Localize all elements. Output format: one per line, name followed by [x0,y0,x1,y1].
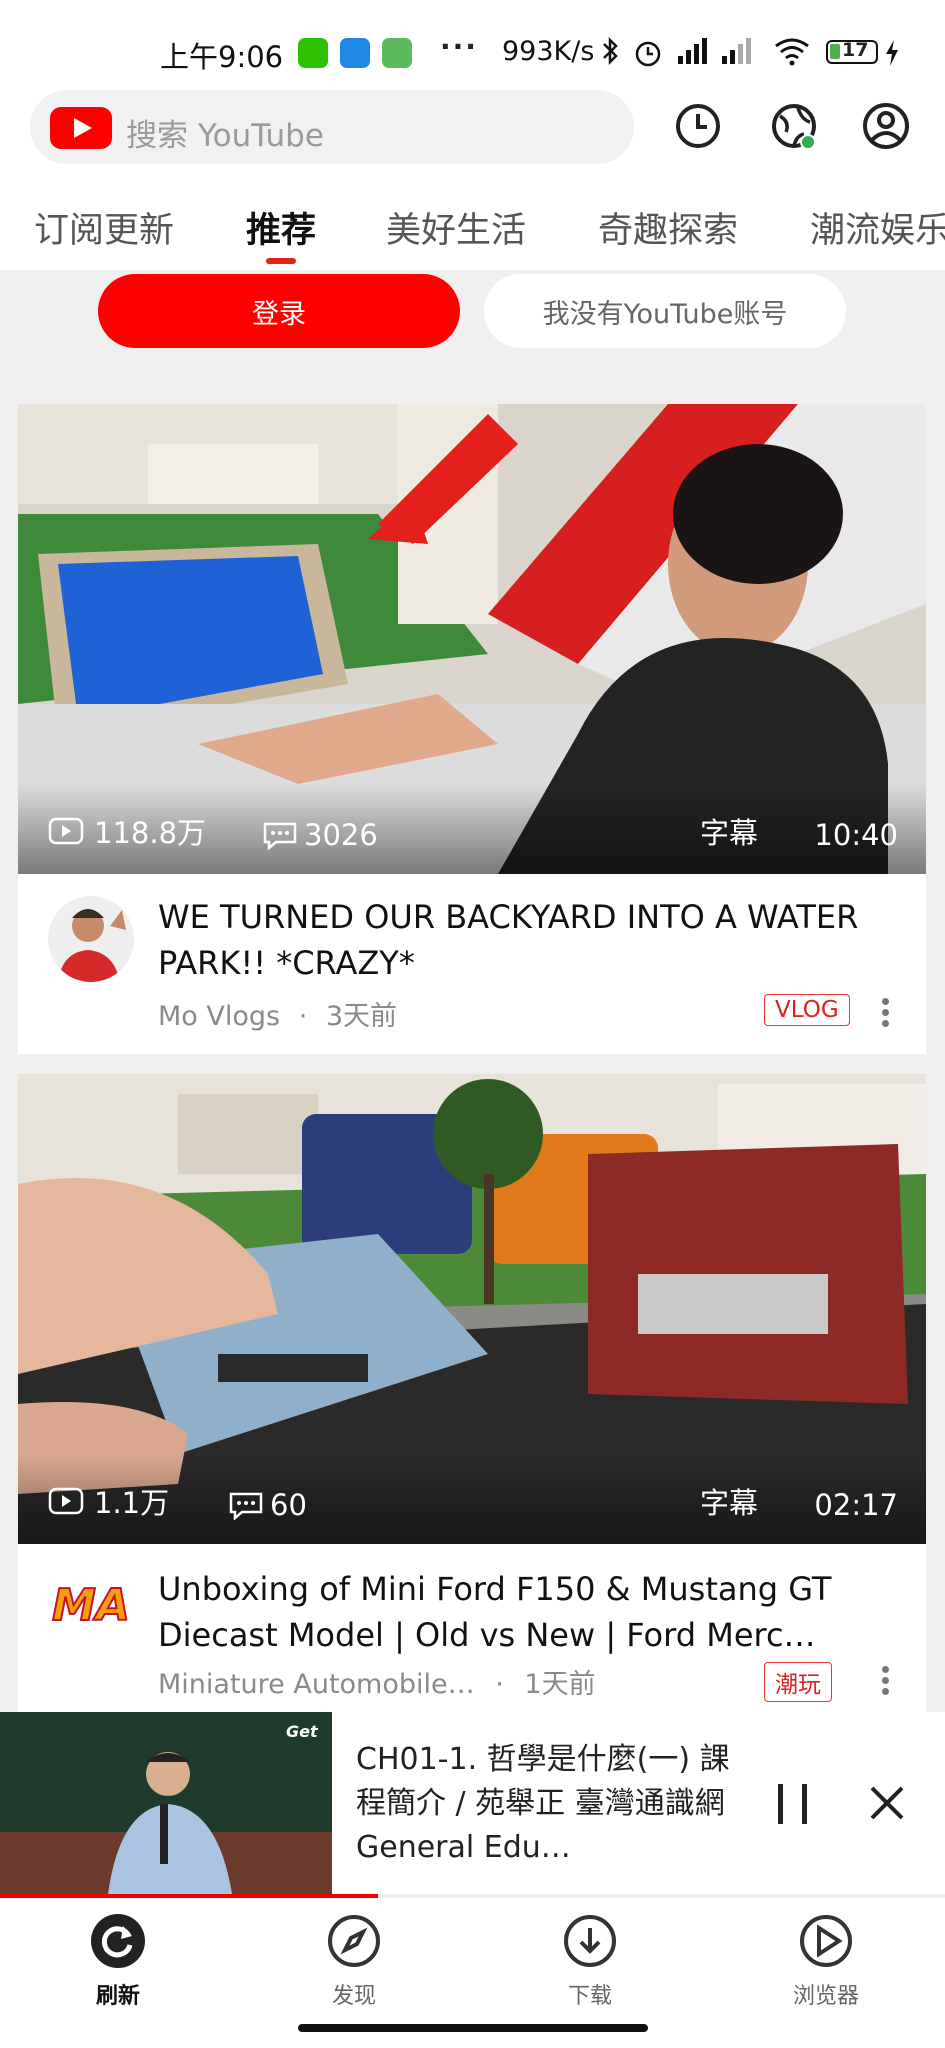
bluetooth-icon [603,36,618,66]
comment-count: 60 [270,1488,307,1522]
alarm-icon [635,41,661,67]
app-header: 搜索 YouTube [0,84,945,184]
battery-icon: 17 [826,39,878,64]
tab-trend-entertainment[interactable]: 潮流娱乐 [810,202,945,253]
video-duration: 10:40 [814,818,898,852]
close-icon[interactable] [868,1784,906,1822]
nav-refresh-label: 刷新 [95,1984,140,2009]
search-bar[interactable]: 搜索 YouTube [30,90,634,164]
channel-name[interactable]: Mo Vlogs [158,1001,280,1032]
video-thumbnail[interactable]: 1.1万 60 字幕 02:17 [18,1074,926,1544]
battery-level: 17 [842,39,869,61]
comment-icon [229,1492,263,1520]
account-icon[interactable] [860,100,912,152]
video-duration: 02:17 [814,1488,898,1522]
download-app-icon [382,38,412,68]
video-thumbnail[interactable]: 118.8万 3026 字幕 10:40 [18,404,926,874]
youtube-logo-icon [50,107,112,149]
comments-stat: 3026 [262,818,378,852]
thumbnail-image [18,404,926,874]
active-tab-indicator [266,258,296,264]
compass-icon [328,1915,380,1967]
history-icon[interactable] [672,100,724,152]
channel-watermark: Get [286,1722,318,1741]
tab-subscriptions[interactable]: 订阅更新 [34,202,174,253]
refresh-icon [91,1914,145,1968]
comments-stat: 60 [228,1488,307,1522]
channel-avatar[interactable]: MA [48,1562,134,1648]
category-tabs: 订阅更新 推荐 美好生活 奇趣探索 潮流娱乐 [0,184,945,270]
tab-recommended[interactable]: 推荐 [246,202,316,253]
play-count-icon [48,1487,84,1515]
view-count: 1.1万 [94,1486,170,1520]
home-indicator[interactable] [298,2024,648,2032]
views-stat: 118.8万 [48,810,206,852]
captions-label: 字幕 [700,816,759,850]
more-options-icon[interactable] [882,994,890,1031]
tab-fun-explore[interactable]: 奇趣探索 [598,202,738,253]
search-placeholder: 搜索 YouTube [126,118,324,154]
meta-separator: · [495,1669,504,1700]
video-meta: Miniature Automobile… · 1天前 [158,1662,596,1701]
category-badge: 潮玩 [764,1662,832,1702]
comment-count: 3026 [304,818,378,852]
video-card[interactable]: 118.8万 3026 字幕 10:40 WE TURNED OUR BACKY… [18,404,926,1054]
channel-logo-text: MA [51,1579,131,1632]
vpn-globe-icon[interactable] [768,100,820,152]
status-bar: 上午9:06 ··· 993K/s 17 [0,0,945,84]
wifi-icon [775,38,809,66]
browser-icon [800,1915,852,1967]
signal-hd-icon [722,38,751,64]
nav-discover[interactable]: 发现 [284,1912,424,2010]
play-count-icon [48,817,84,845]
nav-discover-label: 发现 [331,1984,376,2009]
video-card[interactable]: 1.1万 60 字幕 02:17 MA Unboxing of Mini For… [18,1074,926,1712]
mini-player-title[interactable]: CH01-1. 哲學是什麼(一) 課程簡介 / 苑舉正 臺灣通識網General… [356,1738,736,1870]
upload-age: 1天前 [524,1669,596,1700]
video-title[interactable]: Unboxing of Mini Ford F150 & Mustang GT … [158,1566,898,1658]
more-options-icon[interactable] [882,1662,890,1699]
view-count: 118.8万 [94,816,207,850]
views-stat: 1.1万 [48,1480,169,1522]
mini-player-thumbnail[interactable]: Get [0,1712,332,1894]
thumbnail-image [18,1074,926,1544]
nav-browser[interactable]: 浏览器 [756,1912,896,2010]
captions-label: 字幕 [700,1486,759,1520]
network-speed: 993K/s [502,36,595,67]
video-meta: Mo Vlogs · 3天前 [158,994,397,1033]
download-icon [564,1915,616,1967]
channel-avatar[interactable] [48,896,134,982]
feishu-icon [340,38,370,68]
more-notifications-icon: ··· [440,30,478,63]
channel-name[interactable]: Miniature Automobile… [158,1669,475,1700]
nav-download-label: 下载 [567,1984,612,2009]
charging-icon [886,40,898,66]
login-button[interactable]: 登录 [98,274,460,348]
mini-player[interactable]: Get CH01-1. 哲學是什麼(一) 課程簡介 / 苑舉正 臺灣通識網Gen… [0,1712,945,1894]
pause-icon[interactable] [776,1784,810,1824]
comment-icon [263,822,297,850]
nav-refresh[interactable]: 刷新 [48,1912,188,2010]
upload-age: 3天前 [325,1001,398,1032]
nav-download[interactable]: 下载 [520,1912,660,2010]
wechat-icon [298,38,328,68]
nav-browser-label: 浏览器 [792,1984,859,2009]
category-badge: VLOG [764,994,850,1026]
no-account-button[interactable]: 我没有YouTube账号 [484,274,846,348]
status-time: 上午9:06 [160,40,284,74]
signal-icon [678,38,707,64]
video-title[interactable]: WE TURNED OUR BACKYARD INTO A WATER PARK… [158,894,898,986]
meta-separator: · [298,1001,308,1032]
tab-good-life[interactable]: 美好生活 [386,202,526,253]
